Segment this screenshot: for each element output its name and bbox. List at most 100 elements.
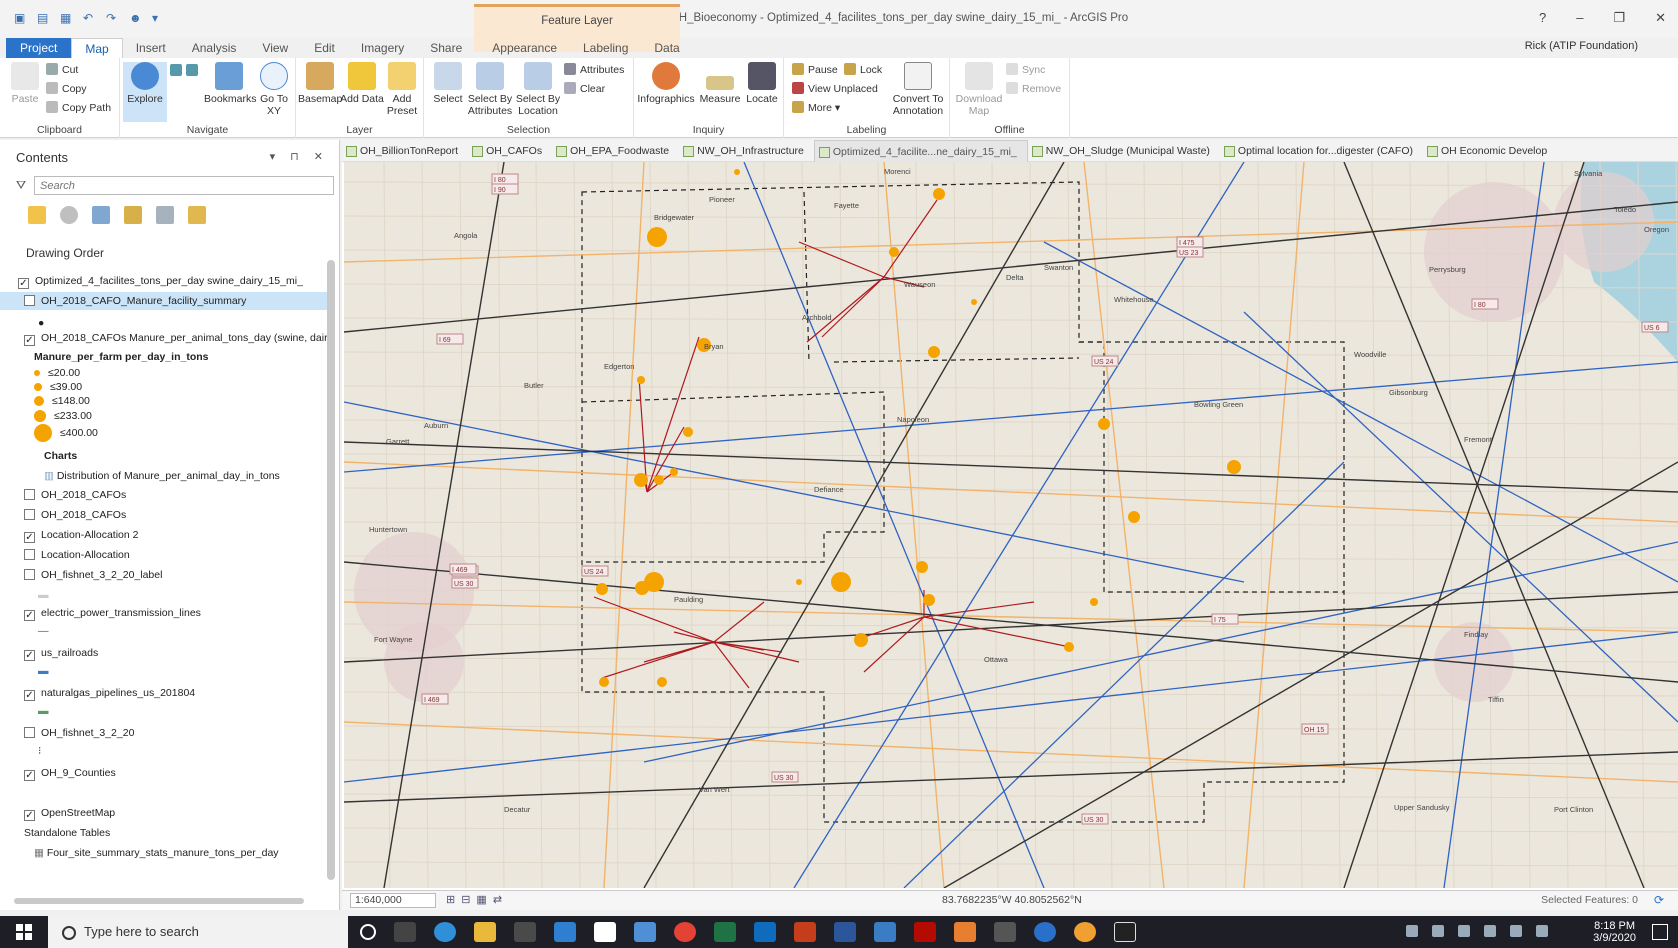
locate-button[interactable]: Locate: [740, 62, 784, 105]
attributes-button[interactable]: Attributes: [564, 63, 624, 76]
mail-icon[interactable]: [554, 922, 576, 942]
layer-tree-item[interactable]: OH_2018_CAFO_Manure_facility_summary: [0, 292, 330, 310]
powerpoint-icon[interactable]: [794, 922, 816, 942]
layer-tree-item[interactable]: ✓ Location-Allocation 2: [0, 526, 330, 544]
layer-tree-item[interactable]: OH_2018_CAFOs: [0, 486, 330, 504]
chrome-icon[interactable]: [674, 922, 696, 942]
list-by-editing-icon[interactable]: [124, 206, 142, 224]
arcgis-icon[interactable]: [874, 922, 896, 942]
layer-tree-item[interactable]: ✓ us_railroads: [0, 644, 330, 662]
layer-visibility-checkbox[interactable]: ✓: [24, 532, 35, 543]
layer-visibility-checkbox[interactable]: [24, 295, 35, 306]
add-data-button[interactable]: Add Data: [340, 62, 384, 105]
contents-search-input[interactable]: [34, 176, 334, 195]
layer-visibility-checkbox[interactable]: [24, 569, 35, 580]
windows-start-icon[interactable]: [16, 924, 32, 940]
tab-data[interactable]: Data: [641, 38, 692, 58]
media-icon[interactable]: [954, 922, 976, 942]
layer-visibility-checkbox[interactable]: ✓: [24, 610, 35, 621]
copy-path-button[interactable]: Copy Path: [46, 101, 111, 114]
add-preset-button[interactable]: Add Preset: [380, 62, 424, 117]
help-tray-icon[interactable]: [1406, 925, 1418, 937]
list-by-labeling-icon[interactable]: [188, 206, 206, 224]
pause-button[interactable]: Pause: [792, 63, 838, 76]
refresh-icon[interactable]: ⟳: [1654, 893, 1664, 907]
layer-visibility-checkbox[interactable]: ✓: [24, 690, 35, 701]
layer-visibility-checkbox[interactable]: [24, 509, 35, 520]
map-nav-tools-icon[interactable]: ⊞⊟▦⇄: [446, 893, 508, 906]
layer-tree-item[interactable]: ✓ Optimized_4_facilites_tons_per_day swin…: [0, 272, 330, 290]
tab-edit[interactable]: Edit: [301, 38, 348, 58]
undo-icon[interactable]: ↶: [83, 11, 97, 25]
map-tab-billion-ton[interactable]: OH_BillionTonReport: [342, 140, 468, 162]
layer-visibility-checkbox[interactable]: ✓: [24, 810, 35, 821]
restore-icon[interactable]: ❐: [1613, 10, 1625, 26]
layer-visibility-checkbox[interactable]: ✓: [18, 278, 29, 289]
outlook-icon[interactable]: [754, 922, 776, 942]
chevron-up-icon[interactable]: [1432, 925, 1444, 937]
tab-imagery[interactable]: Imagery: [348, 38, 417, 58]
layer-tree-item[interactable]: ✓ OpenStreetMap: [0, 804, 330, 822]
layer-visibility-checkbox[interactable]: ✓: [24, 650, 35, 661]
more-button[interactable]: More ▾: [792, 101, 840, 114]
download-map-button[interactable]: Download Map: [954, 62, 1004, 117]
go-to-xy-button[interactable]: Go To XY: [254, 62, 294, 117]
file-explorer-icon[interactable]: [474, 922, 496, 942]
select-button[interactable]: Select: [426, 62, 470, 105]
edge-icon[interactable]: [434, 922, 456, 942]
explore-button[interactable]: Explore: [123, 62, 167, 122]
photos-icon[interactable]: [994, 922, 1016, 942]
list-by-snapping-icon[interactable]: [156, 206, 174, 224]
layer-tree-item[interactable]: ✓ OH_9_Counties: [0, 764, 330, 782]
horizontal-scrollbar[interactable]: [14, 898, 304, 904]
paste-button[interactable]: Paste: [4, 62, 46, 105]
map-tab-cafos[interactable]: OH_CAFOs: [468, 140, 552, 162]
new-project-icon[interactable]: ▣: [14, 11, 28, 25]
tab-share[interactable]: Share: [417, 38, 475, 58]
volume-icon[interactable]: [1536, 925, 1548, 937]
open-icon[interactable]: ▤: [37, 11, 51, 25]
onedrive-icon[interactable]: [1458, 925, 1470, 937]
app2-icon[interactable]: [1034, 922, 1056, 942]
layer-tree-item[interactable]: ▦ Four_site_summary_stats_manure_tons_pe…: [0, 844, 330, 862]
zoom-tools[interactable]: [170, 64, 202, 108]
tab-analysis[interactable]: Analysis: [179, 38, 250, 58]
tab-insert[interactable]: Insert: [123, 38, 179, 58]
excel-icon[interactable]: [714, 922, 736, 942]
gallery-icon[interactable]: [1114, 922, 1136, 942]
layer-tree-item[interactable]: ✓ electric_power_transmission_lines: [0, 604, 330, 622]
redo-icon[interactable]: ↷: [106, 11, 120, 25]
layer-visibility-checkbox[interactable]: [24, 489, 35, 500]
select-by-location-button[interactable]: Select By Location: [514, 62, 562, 117]
view-unplaced-button[interactable]: View Unplaced: [792, 82, 878, 95]
layer-visibility-checkbox[interactable]: ✓: [24, 770, 35, 781]
store-icon[interactable]: [514, 922, 536, 942]
tab-map[interactable]: Map: [71, 38, 123, 58]
pane-controls[interactable]: ▾ ⊓ ✕: [270, 150, 329, 163]
infographics-button[interactable]: Infographics: [636, 62, 696, 105]
cut-button[interactable]: Cut: [46, 63, 78, 76]
user-account[interactable]: Rick (ATIP Foundation): [1525, 40, 1638, 52]
layer-visibility-checkbox[interactable]: [24, 727, 35, 738]
lock-button[interactable]: Lock: [844, 63, 882, 76]
notification-icon[interactable]: [1652, 924, 1668, 940]
app-icon[interactable]: [634, 922, 656, 942]
layer-tree-item[interactable]: OH_fishnet_3_2_20_label: [0, 566, 330, 584]
filter-icon[interactable]: ⛛: [16, 178, 26, 193]
minimize-icon[interactable]: –: [1576, 10, 1583, 26]
layer-tree-item[interactable]: Location-Allocation: [0, 546, 330, 564]
word-icon[interactable]: [834, 922, 856, 942]
user-icon[interactable]: ☻: [129, 11, 143, 25]
remove-button[interactable]: Remove: [1006, 82, 1061, 95]
tab-view[interactable]: View: [249, 38, 301, 58]
layer-tree-item[interactable]: ✓ naturalgas_pipelines_us_201804: [0, 684, 330, 702]
layer-tree-item[interactable]: ▥ Distribution of Manure_per_animal_day_…: [0, 467, 330, 485]
amazon-icon[interactable]: [594, 922, 616, 942]
layer-tree-item[interactable]: OH_fishnet_3_2_20: [0, 724, 330, 742]
copy-button[interactable]: Copy: [46, 82, 87, 95]
taskbar-search-input[interactable]: Type here to search: [48, 916, 348, 948]
measure-button[interactable]: Measure: [698, 62, 742, 105]
map-tab-epa-foodwaste[interactable]: OH_EPA_Foodwaste: [552, 140, 679, 162]
select-by-attributes-button[interactable]: Select By Attributes: [466, 62, 514, 117]
close-icon[interactable]: ✕: [1655, 10, 1666, 26]
